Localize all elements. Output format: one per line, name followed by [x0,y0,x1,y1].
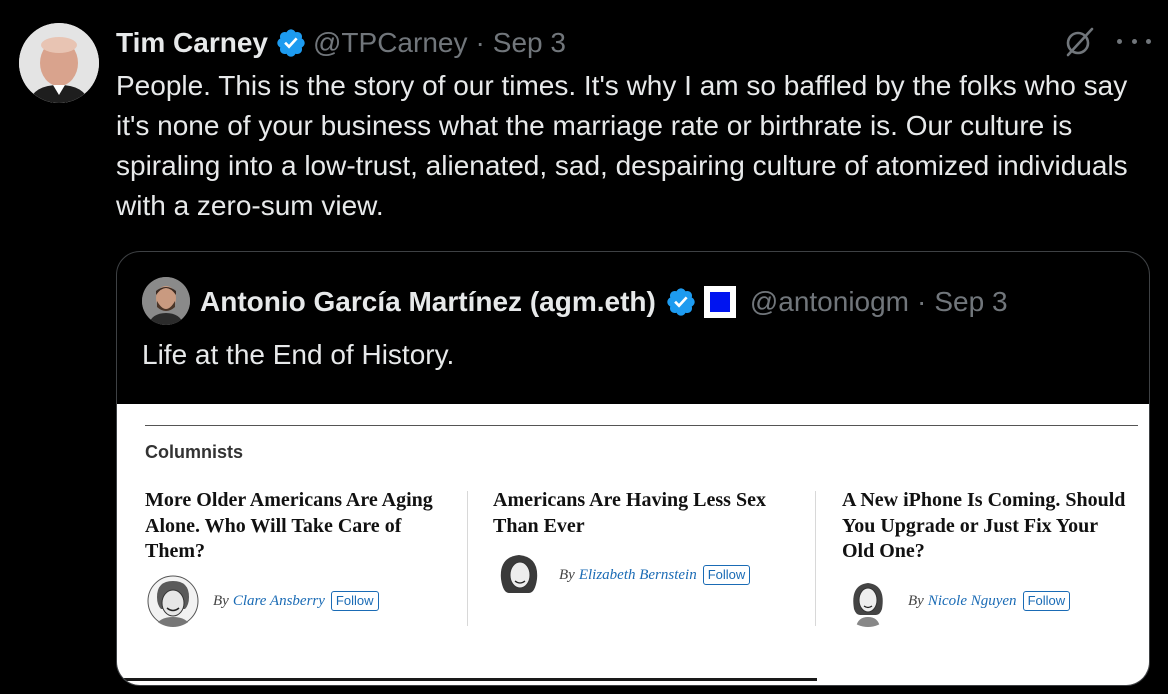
byline-prefix: By [908,592,924,609]
separator-dot: · [475,27,485,58]
author-name[interactable]: Tim Carney [116,27,268,59]
byline-author[interactable]: Nicole Nguyen [928,593,1017,610]
grok-icon[interactable] [1062,25,1096,59]
article-column: A New iPhone Is Coming. Should You Upgra… [842,488,1132,565]
follow-button[interactable]: Follow [702,565,751,585]
article-byline: By Clare Ansberry Follow [147,575,379,627]
blue-square-badge-icon [703,286,736,318]
quoted-author-avatar[interactable] [142,277,190,325]
follow-button[interactable]: Follow [330,591,379,611]
byline-author[interactable]: Elizabeth Bernstein [579,567,697,584]
article-byline: By Elizabeth Bernstein Follow [493,549,751,601]
quoted-tweet-card[interactable]: Antonio García Martínez (agm.eth) @anton… [116,251,1150,686]
quoted-author-handle[interactable]: @antoniogm [750,286,909,318]
article-byline: By Nicole Nguyen Follow [842,575,1071,627]
article-headline: A New iPhone Is Coming. Should You Upgra… [842,489,1126,562]
column-divider [815,491,816,626]
attached-image[interactable]: Columnists More Older Americans Are Agin… [117,404,1149,685]
separator-dot: · [917,286,927,317]
follow-button[interactable]: Follow [1022,591,1071,611]
quoted-tweet-timestamp[interactable]: Sep 3 [934,286,1007,318]
author-portrait [842,575,894,627]
author-portrait [147,575,199,627]
author-portrait [493,549,545,601]
article-column: More Older Americans Are Aging Alone. Wh… [145,488,435,565]
more-options-icon[interactable] [1117,30,1151,52]
article-headline: Americans Are Having Less Sex Than Ever [493,489,766,537]
tweet-header: Tim Carney @TPCarney · Sep 3 [116,24,566,62]
tweet-text: People. This is the story of our times. … [116,70,1128,221]
quoted-author-name[interactable]: Antonio García Martínez (agm.eth) [200,286,656,318]
section-label: Columnists [145,442,244,462]
article-column: Americans Are Having Less Sex Than Ever [493,488,783,539]
tweet-timestamp[interactable]: Sep 3 [493,27,566,59]
byline-prefix: By [213,592,229,609]
verified-badge-icon[interactable] [665,286,697,318]
article-headline: More Older Americans Are Aging Alone. Wh… [145,489,433,562]
byline-author[interactable]: Clare Ansberry [233,593,325,610]
byline-prefix: By [559,566,575,583]
verified-badge-icon[interactable] [275,27,307,59]
author-handle[interactable]: @TPCarney [313,27,467,59]
column-divider [467,491,468,626]
quoted-tweet-header: Antonio García Martínez (agm.eth) @anton… [200,282,1008,322]
bottom-rule [117,678,817,681]
author-avatar[interactable] [19,23,99,103]
divider [145,425,1138,426]
quoted-tweet-text: Life at the End of History. [142,339,455,370]
